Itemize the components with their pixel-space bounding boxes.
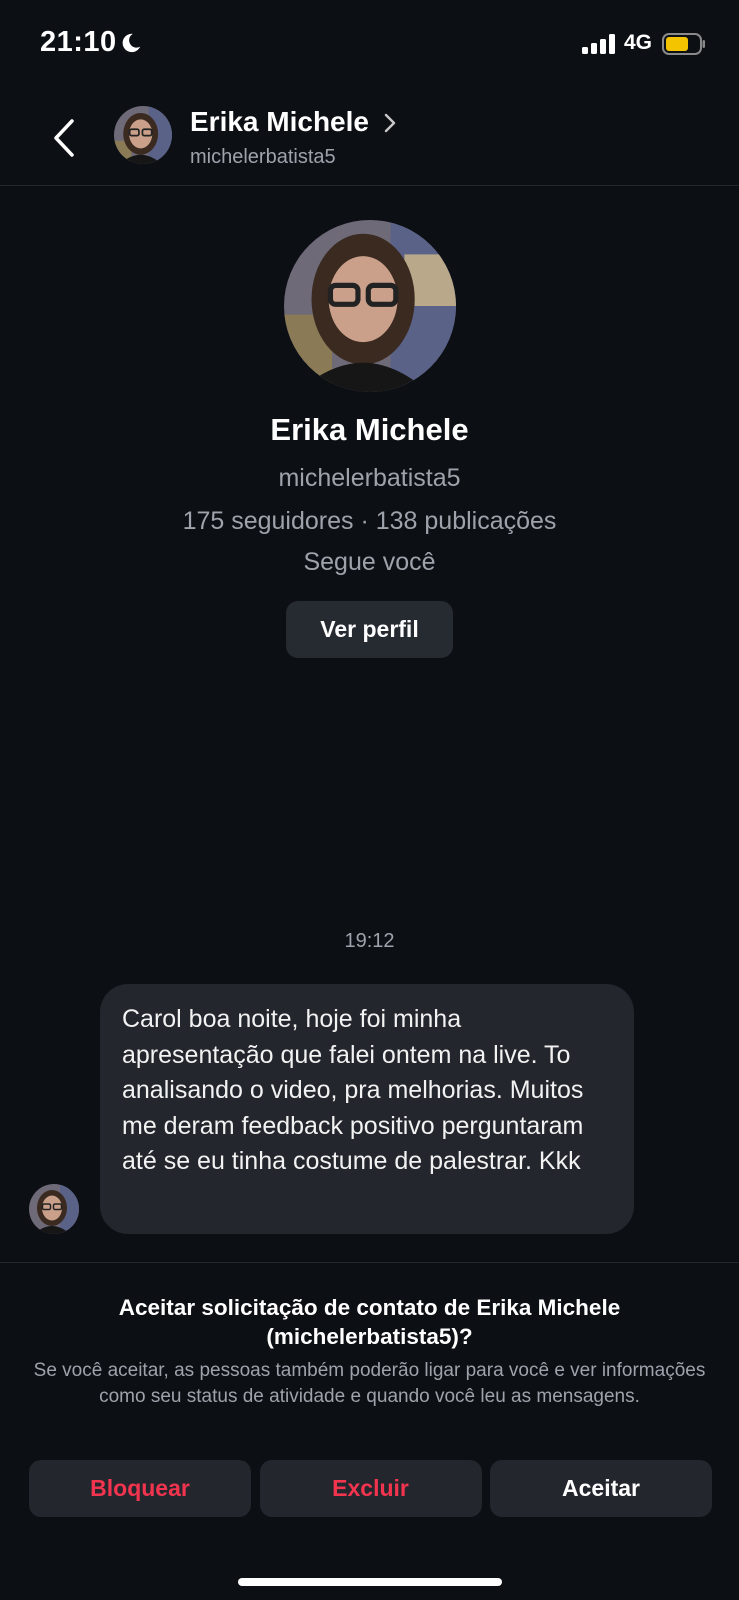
follows-you-label: Segue você [303, 548, 436, 576]
home-indicator[interactable] [238, 1578, 502, 1586]
header-avatar[interactable] [114, 106, 172, 164]
view-profile-button[interactable]: Ver perfil [286, 601, 453, 658]
avatar-photo [283, 220, 456, 392]
profile-avatar[interactable] [283, 220, 456, 392]
chat-header: Erika Michele michelerbatista5 [0, 90, 739, 186]
profile-username: michelerbatista5 [278, 464, 461, 492]
profile-stats: 175 seguidores · 138 publicações [182, 507, 557, 535]
message-timestamp: 19:12 [344, 930, 395, 952]
chevron-right-icon[interactable] [381, 112, 399, 134]
battery-icon [662, 33, 705, 55]
block-button[interactable]: Bloquear [29, 1460, 251, 1517]
back-chevron-icon [54, 119, 74, 157]
moon-icon [122, 33, 141, 53]
message-request-panel: Aceitar solicitação de contato de Erika … [0, 1262, 739, 1600]
header-name[interactable]: Erika Michele [190, 106, 369, 138]
request-description: Se você aceitar, as pessoas também poder… [33, 1360, 706, 1407]
request-title: Aceitar solicitação de contato de Erika … [118, 1295, 621, 1349]
avatar-photo [114, 106, 172, 164]
message-bubble[interactable]: Carol boa noite, hoje foi minha apresent… [100, 984, 634, 1234]
profile-card: Erika Michele michelerbatista5 175 segui… [0, 220, 739, 658]
signal-icon [582, 34, 615, 54]
delete-button[interactable]: Excluir [259, 1460, 482, 1517]
message-avatar[interactable] [29, 1184, 79, 1234]
header-username: michelerbatista5 [190, 146, 336, 168]
avatar-photo [29, 1184, 79, 1234]
status-time: 21:10 [40, 26, 117, 58]
status-bar: 21:10 4G [0, 0, 739, 90]
screen: 21:10 4G Erika Michele michelerbatista5 … [0, 0, 739, 1600]
profile-name: Erika Michele [270, 412, 469, 447]
back-button[interactable] [44, 110, 84, 166]
accept-button[interactable]: Aceitar [490, 1460, 712, 1517]
network-label: 4G [624, 31, 653, 54]
request-actions: Bloquear Excluir Aceitar [29, 1460, 712, 1517]
